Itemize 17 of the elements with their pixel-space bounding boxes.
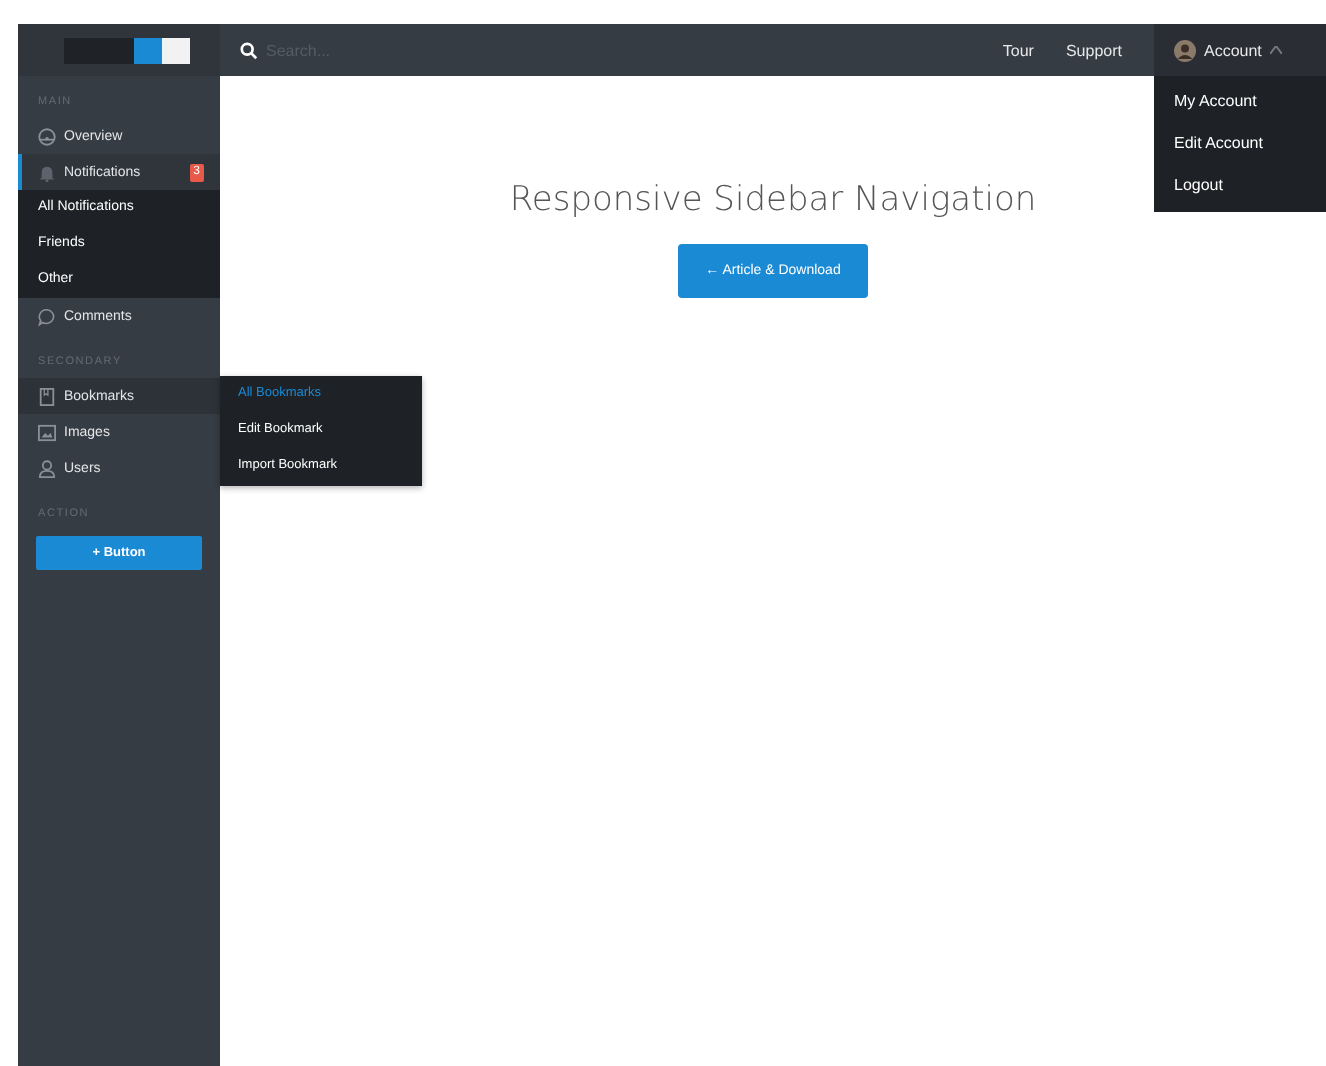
dashboard-icon xyxy=(38,127,56,145)
logo-icon[interactable] xyxy=(64,37,190,63)
account-button[interactable]: Account xyxy=(1154,24,1326,76)
nav-link[interactable]: Support xyxy=(1065,41,1122,59)
user-icon xyxy=(38,459,56,477)
bell-icon xyxy=(38,163,56,181)
page-title: Responsive Sidebar Navigation xyxy=(509,180,1037,220)
image-icon xyxy=(38,423,56,441)
bookmark-icon xyxy=(38,387,56,405)
comment-icon xyxy=(38,307,56,325)
nav-link[interactable]: Tour xyxy=(1002,41,1034,59)
caret-icon xyxy=(1269,46,1282,54)
account-menu-item[interactable]: My Account xyxy=(1154,80,1326,122)
account-menu-item[interactable]: Logout xyxy=(1154,164,1326,206)
search-icon xyxy=(240,41,258,59)
avatar-icon xyxy=(1174,39,1196,61)
account-menu-item[interactable]: Edit Account xyxy=(1154,122,1326,164)
